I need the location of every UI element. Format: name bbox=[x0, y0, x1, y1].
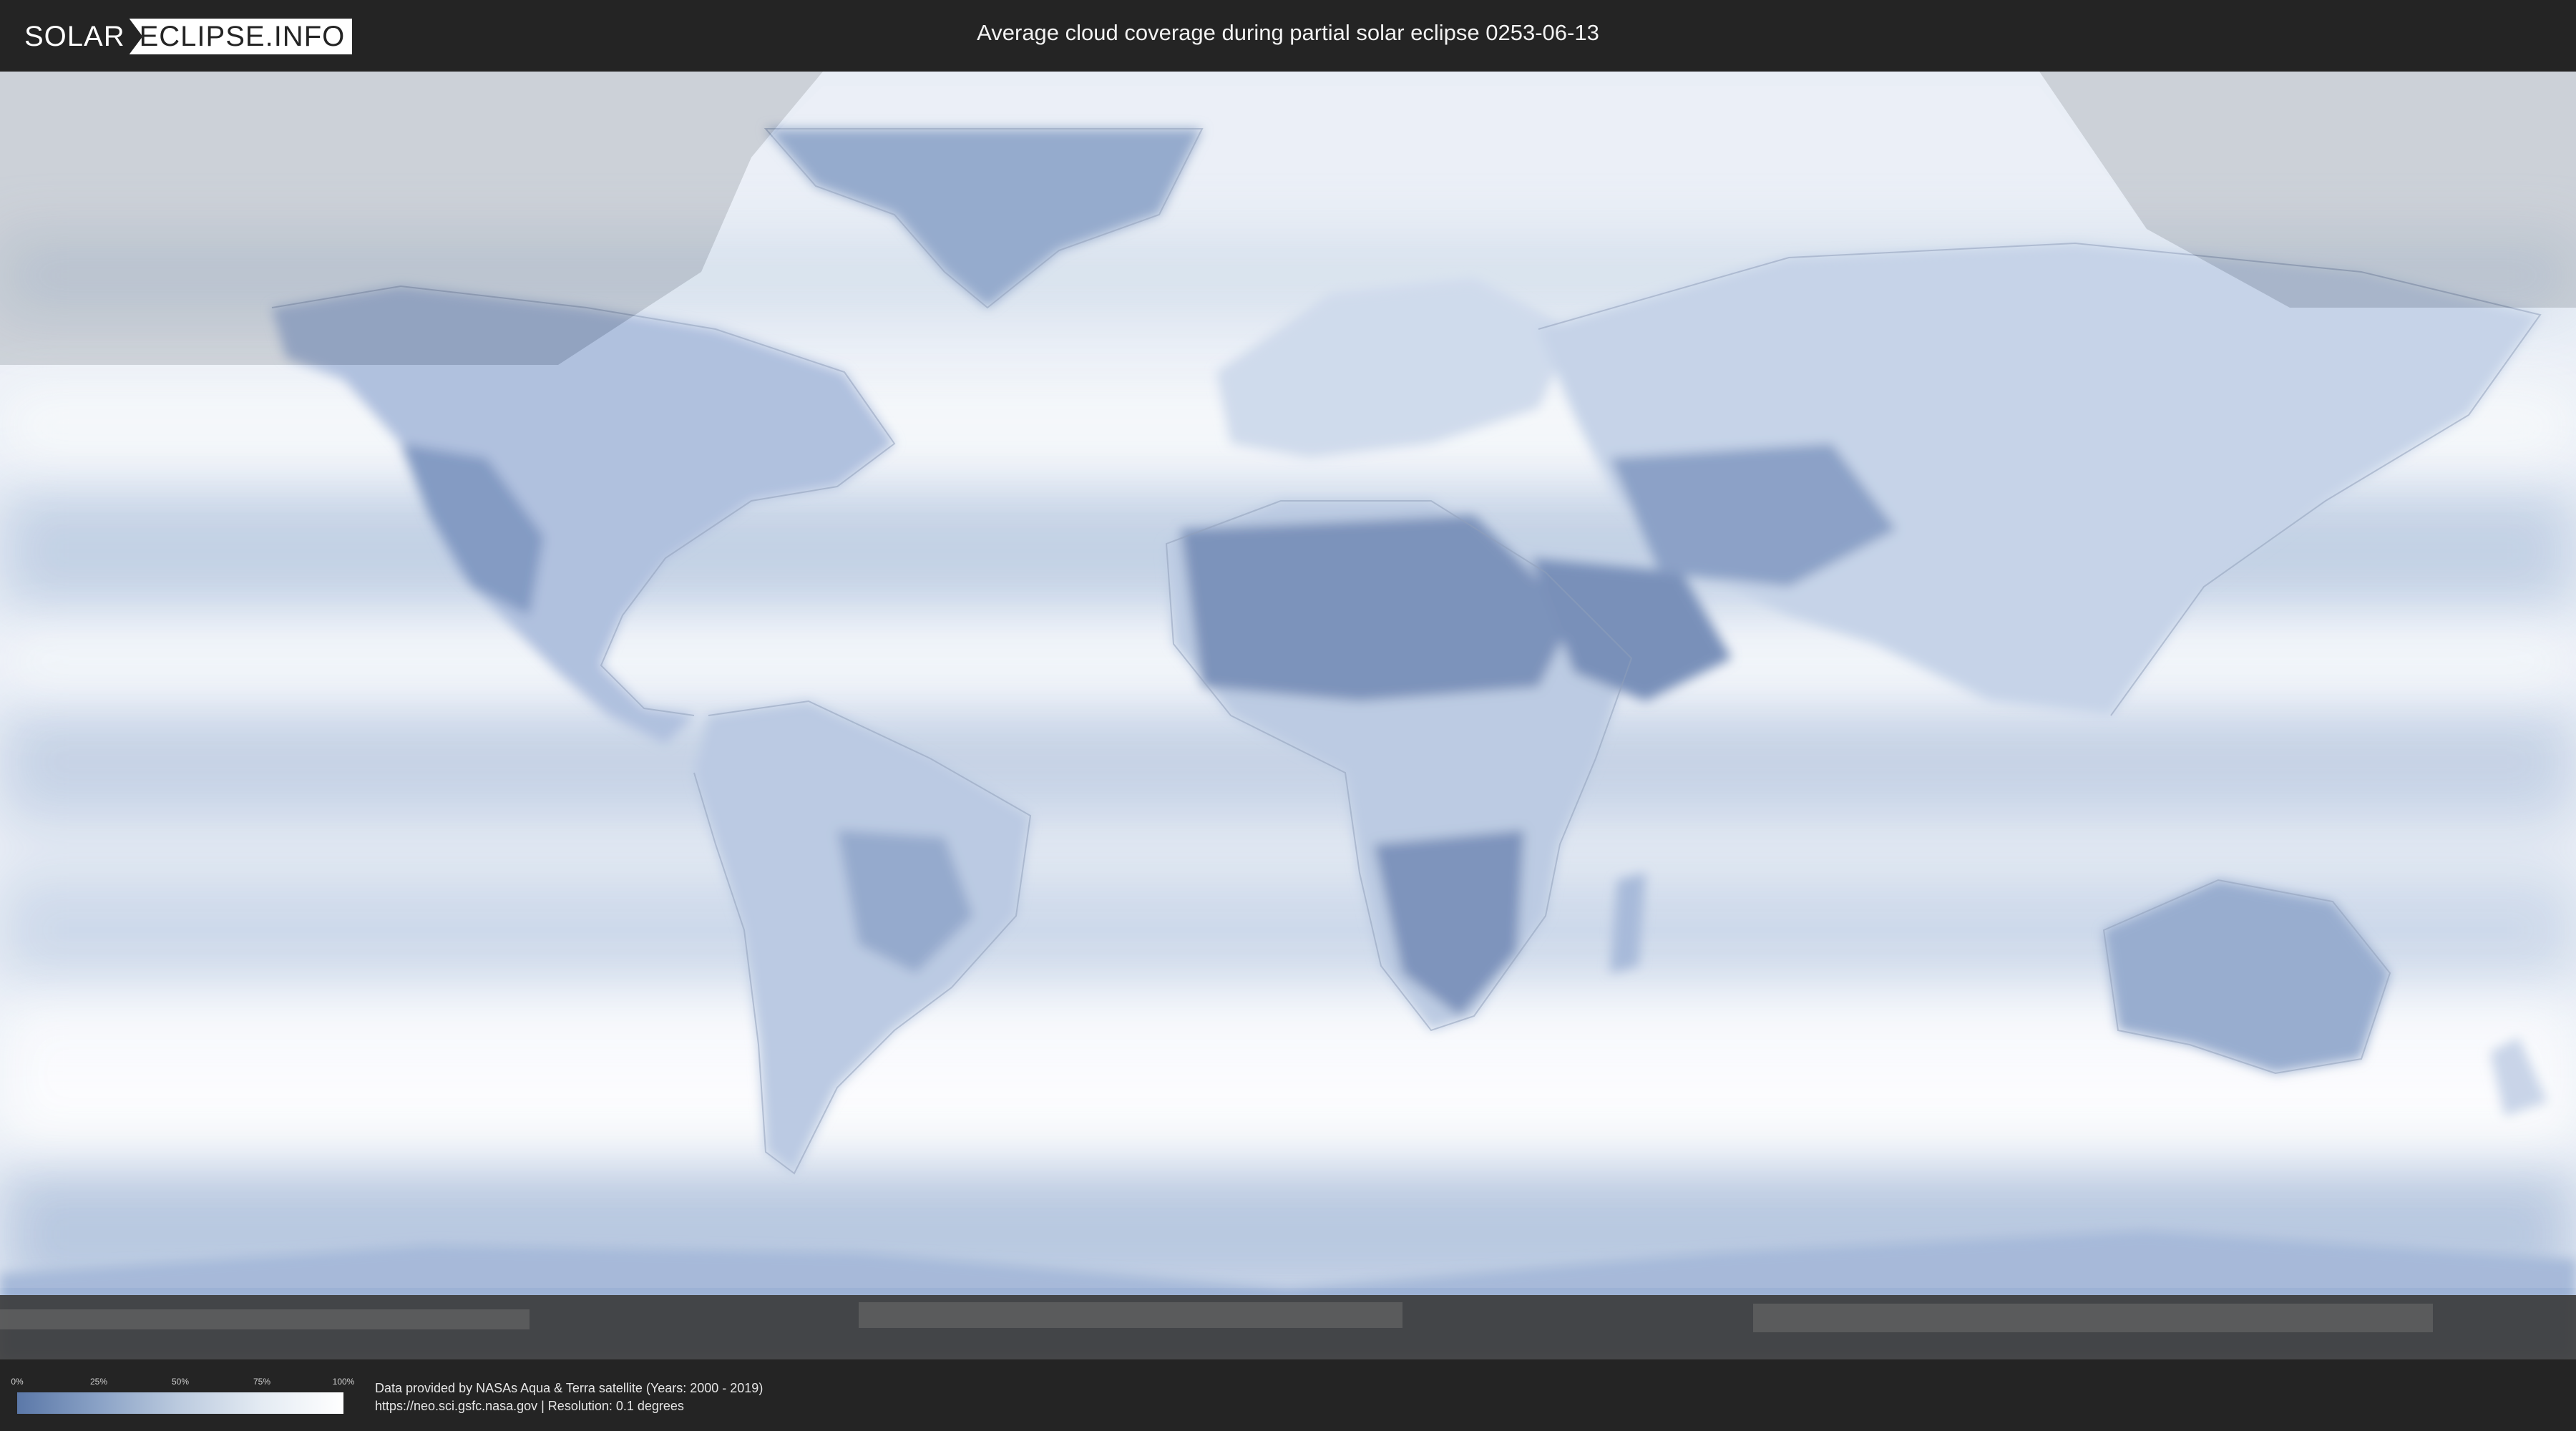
legend-tick-75: 75% bbox=[253, 1377, 271, 1387]
header-bar: SOLAR ECLIPSE.INFO Average cloud coverag… bbox=[0, 0, 2576, 72]
legend-tick-50: 50% bbox=[171, 1377, 190, 1387]
page-title: Average cloud coverage during partial so… bbox=[977, 20, 1599, 45]
legend-tick-row: 0% 25% 50% 75% 100% bbox=[11, 1377, 354, 1390]
credits-source: Data provided by NASAs Aqua & Terra sate… bbox=[375, 1381, 763, 1395]
legend-tick-25: 25% bbox=[89, 1377, 108, 1387]
legend-tick-0: 0% bbox=[11, 1377, 24, 1387]
footer-bar: 0% 25% 50% 75% 100% Data provided by NAS… bbox=[0, 1359, 2576, 1431]
world-map-svg bbox=[0, 72, 2576, 1359]
legend-tick-100: 100% bbox=[332, 1377, 355, 1387]
credits-url[interactable]: https://neo.sci.gsfc.nasa.gov | Resoluti… bbox=[375, 1397, 763, 1415]
data-credits: Data provided by NASAs Aqua & Terra sate… bbox=[375, 1379, 763, 1415]
cloud-coverage-map[interactable] bbox=[0, 72, 2576, 1359]
legend-gradient-bar bbox=[17, 1392, 343, 1414]
